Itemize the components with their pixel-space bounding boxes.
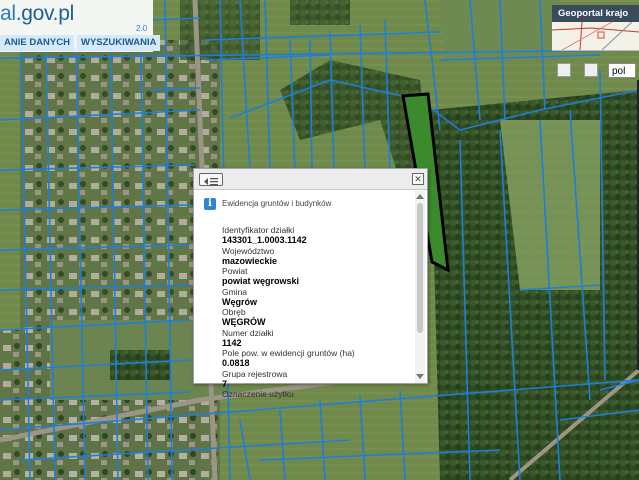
map-icon[interactable]: [584, 63, 598, 77]
field-label: Grupa rejestrowa: [222, 368, 288, 379]
parcel-info-popup: ✕ i Ewidencja gruntów i budynków Identyf…: [193, 168, 428, 399]
scroll-thumb[interactable]: [417, 203, 423, 333]
field-value: WĘGRÓW: [222, 317, 266, 327]
portal-logo-panel: al.gov.pl 2.0 ANIE DANYCH WYSZUKIWANIA: [0, 0, 161, 52]
field-label: Oznaczenie użytku: [222, 389, 294, 399]
field-label: Gmina: [222, 286, 248, 297]
portal-logo[interactable]: al.gov.pl: [0, 2, 74, 26]
field-label: Identyfikator działki: [222, 225, 295, 235]
logo-version: 2.0: [136, 24, 148, 33]
field-label: Obręb: [222, 307, 246, 317]
logo-prefix: al: [0, 2, 16, 25]
field-value: mazowieckie: [222, 255, 278, 266]
field-value: Węgrów: [222, 296, 257, 307]
info-icon: i: [204, 198, 216, 210]
field-label: Numer działki: [222, 327, 274, 338]
close-icon[interactable]: ✕: [412, 173, 424, 185]
geoportal-title[interactable]: Geoportal krajo: [552, 5, 639, 22]
field-value: powiat węgrowski: [222, 276, 300, 286]
logo-suffix: .gov.pl: [15, 2, 75, 25]
field-value: 143301_1.0003.1142: [222, 235, 307, 245]
popup-title: Ewidencja gruntów i budynków: [222, 199, 332, 208]
print-icon[interactable]: [557, 63, 571, 77]
field-value: 7: [222, 378, 228, 389]
parcel-fields: Identyfikator działki 143301_1.0003.1142…: [222, 225, 412, 399]
toolbar: pol: [552, 60, 639, 82]
field-label: Pole pow. w ewidencji gruntów (ha): [222, 348, 355, 358]
popup-scrollbar[interactable]: [415, 191, 425, 383]
field-value: 1142: [222, 337, 242, 348]
language-select[interactable]: pol: [608, 63, 636, 78]
field-label: Powiat: [222, 266, 248, 276]
field-value: 0.0818: [222, 358, 250, 368]
top-menu: ANIE DANYCH WYSZUKIWANIA: [0, 35, 161, 51]
popup-header: ✕: [194, 169, 427, 190]
field-label: Województwo: [222, 245, 275, 256]
overview-map[interactable]: [552, 22, 639, 51]
menu-item-data[interactable]: ANIE DANYCH: [0, 35, 74, 51]
scroll-down-arrow-icon[interactable]: [416, 374, 424, 379]
back-icon[interactable]: [199, 173, 223, 186]
scroll-up-arrow-icon[interactable]: [416, 194, 424, 199]
menu-item-search[interactable]: WYSZUKIWANIA: [76, 35, 161, 51]
